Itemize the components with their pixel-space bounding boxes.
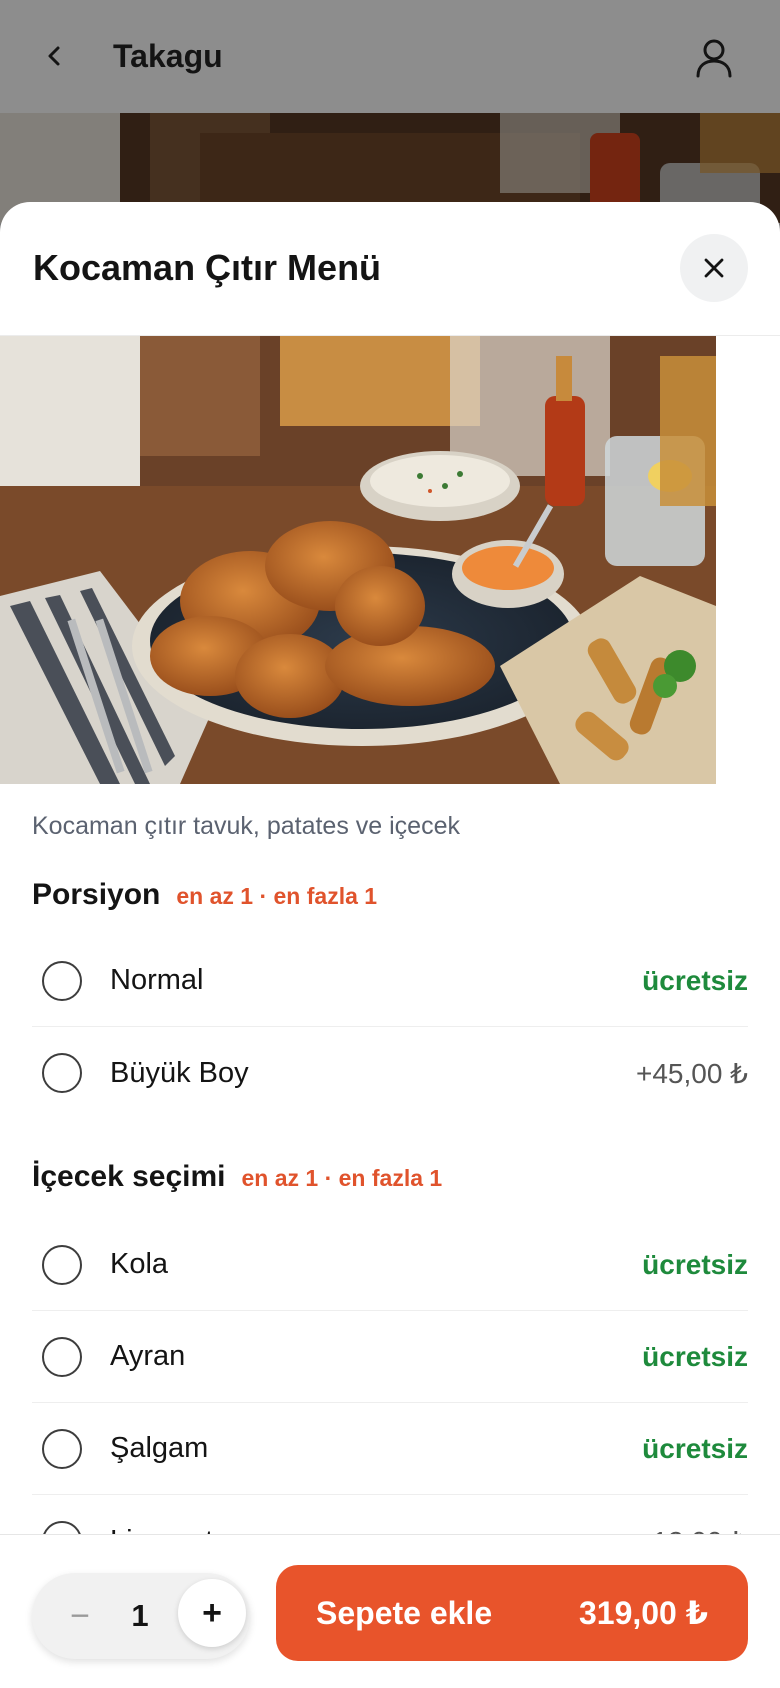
option-label: Şalgam [110, 1432, 209, 1464]
app-bar: Takagu [0, 0, 780, 113]
product-description: Kocaman çıtır tavuk, patates ve içecek [32, 812, 460, 840]
section-rule: en az 1 · en fazla 1 [241, 1165, 443, 1191]
cart-total: 319,00 ₺ [578, 1595, 708, 1631]
minus-icon[interactable]: − [50, 1586, 110, 1646]
radio-icon[interactable] [42, 1244, 82, 1285]
option-price: ücretsiz [642, 1432, 748, 1464]
product-title: Kocaman Çıtır Menü [33, 247, 382, 288]
back-button[interactable] [36, 36, 72, 76]
close-icon [704, 258, 724, 278]
back-arrow-icon [48, 46, 60, 66]
option-price: ücretsiz [642, 1248, 748, 1280]
quantity-stepper: − 1 + [32, 1573, 250, 1659]
radio-icon[interactable] [42, 1053, 82, 1093]
section-title: İçecek seçimi [32, 1160, 226, 1193]
add-to-cart-button[interactable]: Sepete ekle 319,00 ₺ [276, 1565, 748, 1661]
option-label: Ayran [110, 1340, 186, 1372]
close-button[interactable] [680, 234, 748, 302]
option-price: ücretsiz [642, 1340, 748, 1372]
option-price: +45,00 ₺ [635, 1057, 748, 1089]
section-title: Porsiyon [32, 878, 161, 911]
option-price: ücretsiz [642, 964, 748, 996]
cart-action-bar: − 1 + Sepete ekle 319,00 ₺ [0, 1534, 780, 1688]
option-label: Kola [110, 1248, 169, 1280]
section-header-portion: Porsiyon en az 1 · en fazla 1 [32, 878, 377, 912]
option-row[interactable]: Şalgam ücretsiz [32, 1403, 748, 1495]
option-row[interactable]: Normal ücretsiz [32, 935, 748, 1027]
section-header-drink: İçecek seçimi en az 1 · en fazla 1 [32, 1160, 442, 1194]
add-to-cart-label: Sepete ekle [316, 1594, 493, 1631]
sheet-header: Kocaman Çıtır Menü [0, 202, 780, 336]
radio-icon[interactable] [42, 960, 82, 1001]
option-row[interactable]: Kola ücretsiz [32, 1219, 748, 1311]
option-row[interactable]: Büyük Boy +45,00 ₺ [32, 1027, 748, 1119]
option-label: Büyük Boy [110, 1056, 249, 1089]
product-image [0, 336, 716, 784]
section-rule: en az 1 · en fazla 1 [176, 883, 378, 909]
plus-icon[interactable]: + [178, 1579, 246, 1647]
quantity-value: 1 [131, 1598, 149, 1633]
option-row[interactable]: Ayran ücretsiz [32, 1311, 748, 1403]
option-label: Normal [110, 964, 204, 996]
product-sheet: Kocaman Çıtır Menü Kocaman çıtır tavuk, … [0, 202, 780, 1688]
radio-icon[interactable] [42, 1428, 82, 1469]
user-icon [696, 39, 732, 78]
profile-button[interactable] [692, 36, 736, 80]
app-title: Takagu [113, 38, 223, 74]
radio-icon[interactable] [42, 1336, 82, 1377]
